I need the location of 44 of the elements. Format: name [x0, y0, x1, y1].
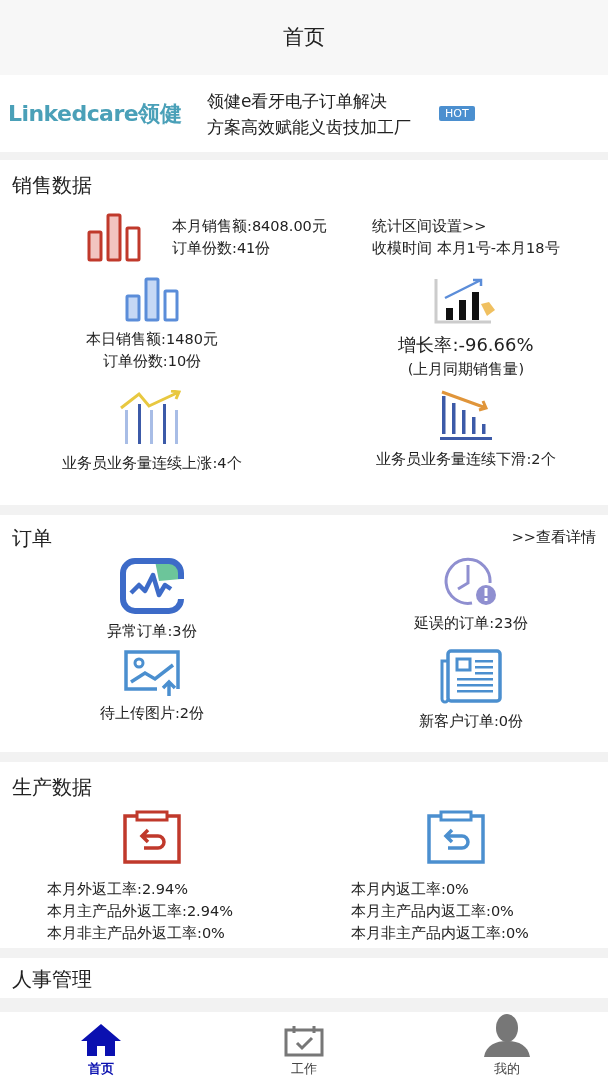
stat-text: 业务员业务量连续上涨:4个	[62, 454, 242, 473]
rework-rate: 本月外返工率:2.94%	[47, 880, 189, 899]
banner-text: 方案高效赋能义齿技加工厂	[207, 115, 411, 139]
rework-rate: 本月主产品外返工率:2.94%	[47, 902, 234, 921]
tab-bar-item[interactable]: 首页	[0, 1012, 203, 1080]
view-details-link[interactable]: >>查看详情	[511, 527, 596, 549]
rework-rate: 本月非主产品内返工率:0%	[351, 924, 530, 943]
clock-alert-icon	[444, 557, 498, 607]
pulse-chart-icon	[119, 557, 185, 615]
bar-chart-icon	[86, 212, 142, 262]
section-title: 订单	[12, 525, 52, 552]
home-icon	[80, 1022, 123, 1057]
section-title: 销售数据	[11, 172, 93, 199]
tab-bar-item[interactable]: 工作	[202, 1012, 406, 1080]
rework-rate: 本月内返工率:0%	[351, 880, 470, 899]
stat-text: 业务员业务量连续下滑:2个	[376, 450, 556, 469]
section-title: 生产数据	[11, 774, 93, 801]
interval-settings-link[interactable]: 统计区间设置>>	[372, 215, 560, 237]
brand-logo: Linkedcare领健	[8, 100, 181, 128]
banner-text: 领健e看牙电子订单解决	[207, 89, 389, 113]
hot-badge: HOT	[439, 106, 475, 121]
rework-rate: 本月主产品内返工率:0%	[351, 902, 515, 921]
user-icon	[481, 1012, 532, 1057]
newspaper-icon	[439, 648, 503, 705]
period-text: 收模时间 本月1号-本月18号	[372, 239, 560, 258]
stat-text: 订单份数:41份	[172, 239, 272, 258]
stat-text: 订单份数:10份	[102, 352, 202, 371]
clipboard-return-icon	[122, 810, 182, 864]
order-stat[interactable]: 新客户订单:0份	[418, 710, 524, 733]
clipboard-return-icon	[426, 810, 486, 864]
stat-text: 本月销售额:8408.00元	[172, 217, 328, 236]
calendar-check-icon	[284, 1024, 324, 1057]
order-stat[interactable]: 延误的订单:23份	[414, 613, 528, 635]
rework-rate: 本月非主产品外返工率:0%	[47, 924, 226, 943]
page-title: 首页	[283, 23, 325, 51]
image-upload-icon	[123, 648, 181, 697]
stat-text: 本日销售额:1480元	[86, 330, 218, 349]
tab-bar-item[interactable]: 我的	[405, 1012, 608, 1080]
order-stat[interactable]: 异常订单:3份	[107, 621, 197, 643]
section-title: 人事管理	[11, 966, 93, 992]
order-stat[interactable]: 待上传图片:2份	[99, 702, 205, 725]
stat-text: 增长率:-96.66%	[398, 333, 534, 357]
bar-chart-icon	[124, 276, 180, 322]
stat-text: (上月同期销售量)	[407, 360, 525, 379]
